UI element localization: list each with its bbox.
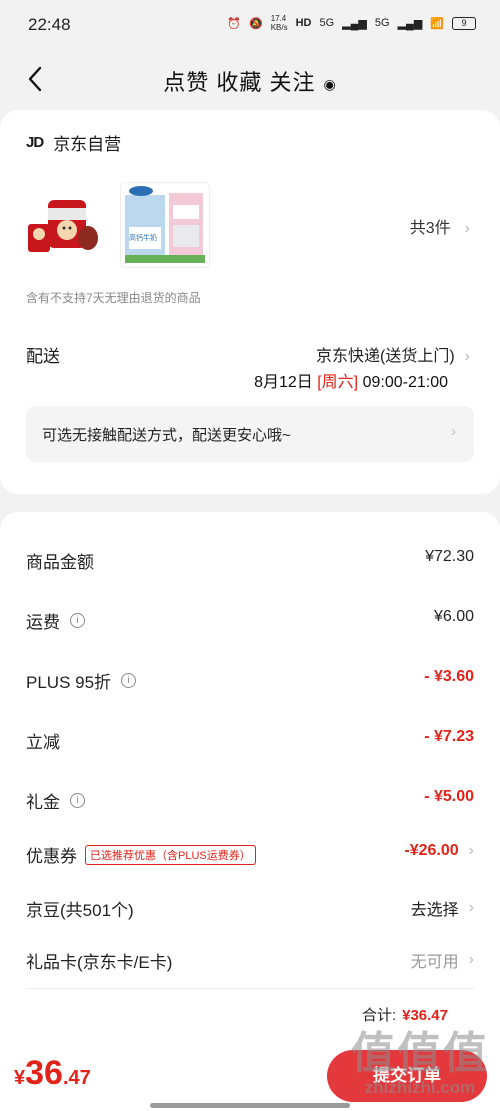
- signal-bars-icon-2: ▂▄▆: [397, 17, 423, 30]
- item-count[interactable]: 共3件 ›: [410, 214, 470, 238]
- net-speed: 17.4 KB/s: [270, 14, 288, 32]
- status-time: 22:48: [28, 15, 71, 34]
- milk-box-image: [121, 183, 209, 267]
- chevron-right-icon: ›: [468, 842, 474, 859]
- nav-bar: 点赞 收藏 关注 ◉: [0, 52, 500, 110]
- total-amount: ¥36.47: [402, 1007, 448, 1024]
- instant-cut: - ¥7.23: [424, 728, 474, 745]
- page-title: 点赞 收藏 关注 ◉: [163, 70, 337, 95]
- chevron-right-icon: ›: [464, 348, 470, 365]
- plus-discount: - ¥3.60: [424, 668, 474, 685]
- shipping-time[interactable]: 8月12日 [周六] 09:00-21:00: [254, 368, 448, 392]
- mute-icon: 🔕: [248, 17, 263, 30]
- thumb-label: 高钙牛奶: [129, 235, 157, 242]
- shipping-label: 配送: [26, 347, 60, 366]
- return-notice: 含有不支持7天无理由退货的商品: [26, 291, 201, 305]
- gift-money: - ¥5.00: [424, 788, 474, 805]
- signal-5g-1: 5G: [319, 17, 335, 29]
- battery-icon: 9: [452, 16, 476, 30]
- chevron-right-icon: ›: [451, 423, 456, 440]
- product-thumb-2[interactable]: 高钙牛奶: [120, 182, 210, 268]
- gift-money-row: 礼金 i - ¥5.00: [26, 788, 474, 812]
- freight-amount: ¥6.00: [433, 608, 474, 625]
- jd-beans-row[interactable]: 京豆(共501个) 去选择 ›: [26, 896, 474, 926]
- home-indicator[interactable]: [150, 1103, 350, 1108]
- gift-card-status: 无可用: [410, 954, 459, 971]
- watermark: 值值值 zhizhizhi.com: [351, 1029, 489, 1098]
- freight-row: 运费 i ¥6.00: [26, 608, 474, 632]
- shop-name: 京东自营: [53, 135, 122, 154]
- shop-header: JD 京东自营: [26, 130, 121, 155]
- order-items-card: JD 京东自营 高钙牛奶 共3件 › 含有不支持7天无理由退货的商品 配送 京东…: [0, 110, 500, 494]
- location-pin-icon: ◉: [323, 75, 337, 92]
- coupon-tag: 已选推荐优惠（含PLUS运费券）: [85, 844, 256, 865]
- wifi-icon: 📶: [430, 17, 444, 30]
- status-bar: 22:48 ⏰ 🔕 17.4 KB/s HD 5G ▂▄▆ 5G ▂▄▆ 📶 9: [0, 0, 500, 52]
- chevron-right-icon: ›: [464, 220, 470, 237]
- alarm-icon: ⏰: [227, 17, 241, 30]
- signal-bars-icon: ▂▄▆: [342, 17, 367, 30]
- milk-can-image: [28, 200, 98, 252]
- chevron-right-icon: ›: [468, 899, 474, 916]
- gift-card-row[interactable]: 礼品卡(京东卡/E卡) 无可用 ›: [26, 948, 474, 978]
- contactless-tip[interactable]: 可选无接触配送方式，配送更安心哦~ ›: [26, 406, 474, 462]
- goods-amount-row: 商品金额 ¥72.30: [26, 548, 474, 572]
- coupon-amount: -¥26.00: [404, 842, 459, 859]
- price-summary-card: 商品金额 ¥72.30 运费 i ¥6.00 PLUS 95折 i - ¥3.60 …: [0, 512, 500, 1102]
- product-thumb-1[interactable]: [26, 190, 106, 260]
- hd-icon: HD: [295, 17, 312, 29]
- jd-logo: JD: [26, 134, 44, 151]
- status-icons: ⏰ 🔕 17.4 KB/s HD 5G ▂▄▆ 5G ▂▄▆ 📶 9: [227, 14, 476, 32]
- info-icon[interactable]: i: [70, 793, 85, 808]
- divider: [26, 988, 474, 989]
- instant-cut-row: 立减 - ¥7.23: [26, 728, 474, 752]
- signal-5g-2: 5G: [374, 17, 390, 29]
- chevron-right-icon: ›: [468, 951, 474, 968]
- info-icon[interactable]: i: [121, 673, 137, 688]
- jd-beans-action: 去选择: [410, 902, 459, 919]
- shipping-weekday: [周六]: [317, 374, 359, 391]
- info-icon[interactable]: i: [70, 613, 85, 628]
- payable-price: ¥36.47: [14, 1054, 91, 1092]
- coupon-row[interactable]: 优惠券 已选推荐优惠（含PLUS运费券） -¥26.00 ›: [26, 842, 474, 872]
- plus-discount-row: PLUS 95折 i - ¥3.60: [26, 668, 474, 692]
- goods-amount: ¥72.30: [425, 548, 474, 565]
- shipping-method[interactable]: 京东快递(送货上门) ›: [316, 342, 470, 366]
- total-line: 合计: ¥36.47: [361, 1007, 448, 1024]
